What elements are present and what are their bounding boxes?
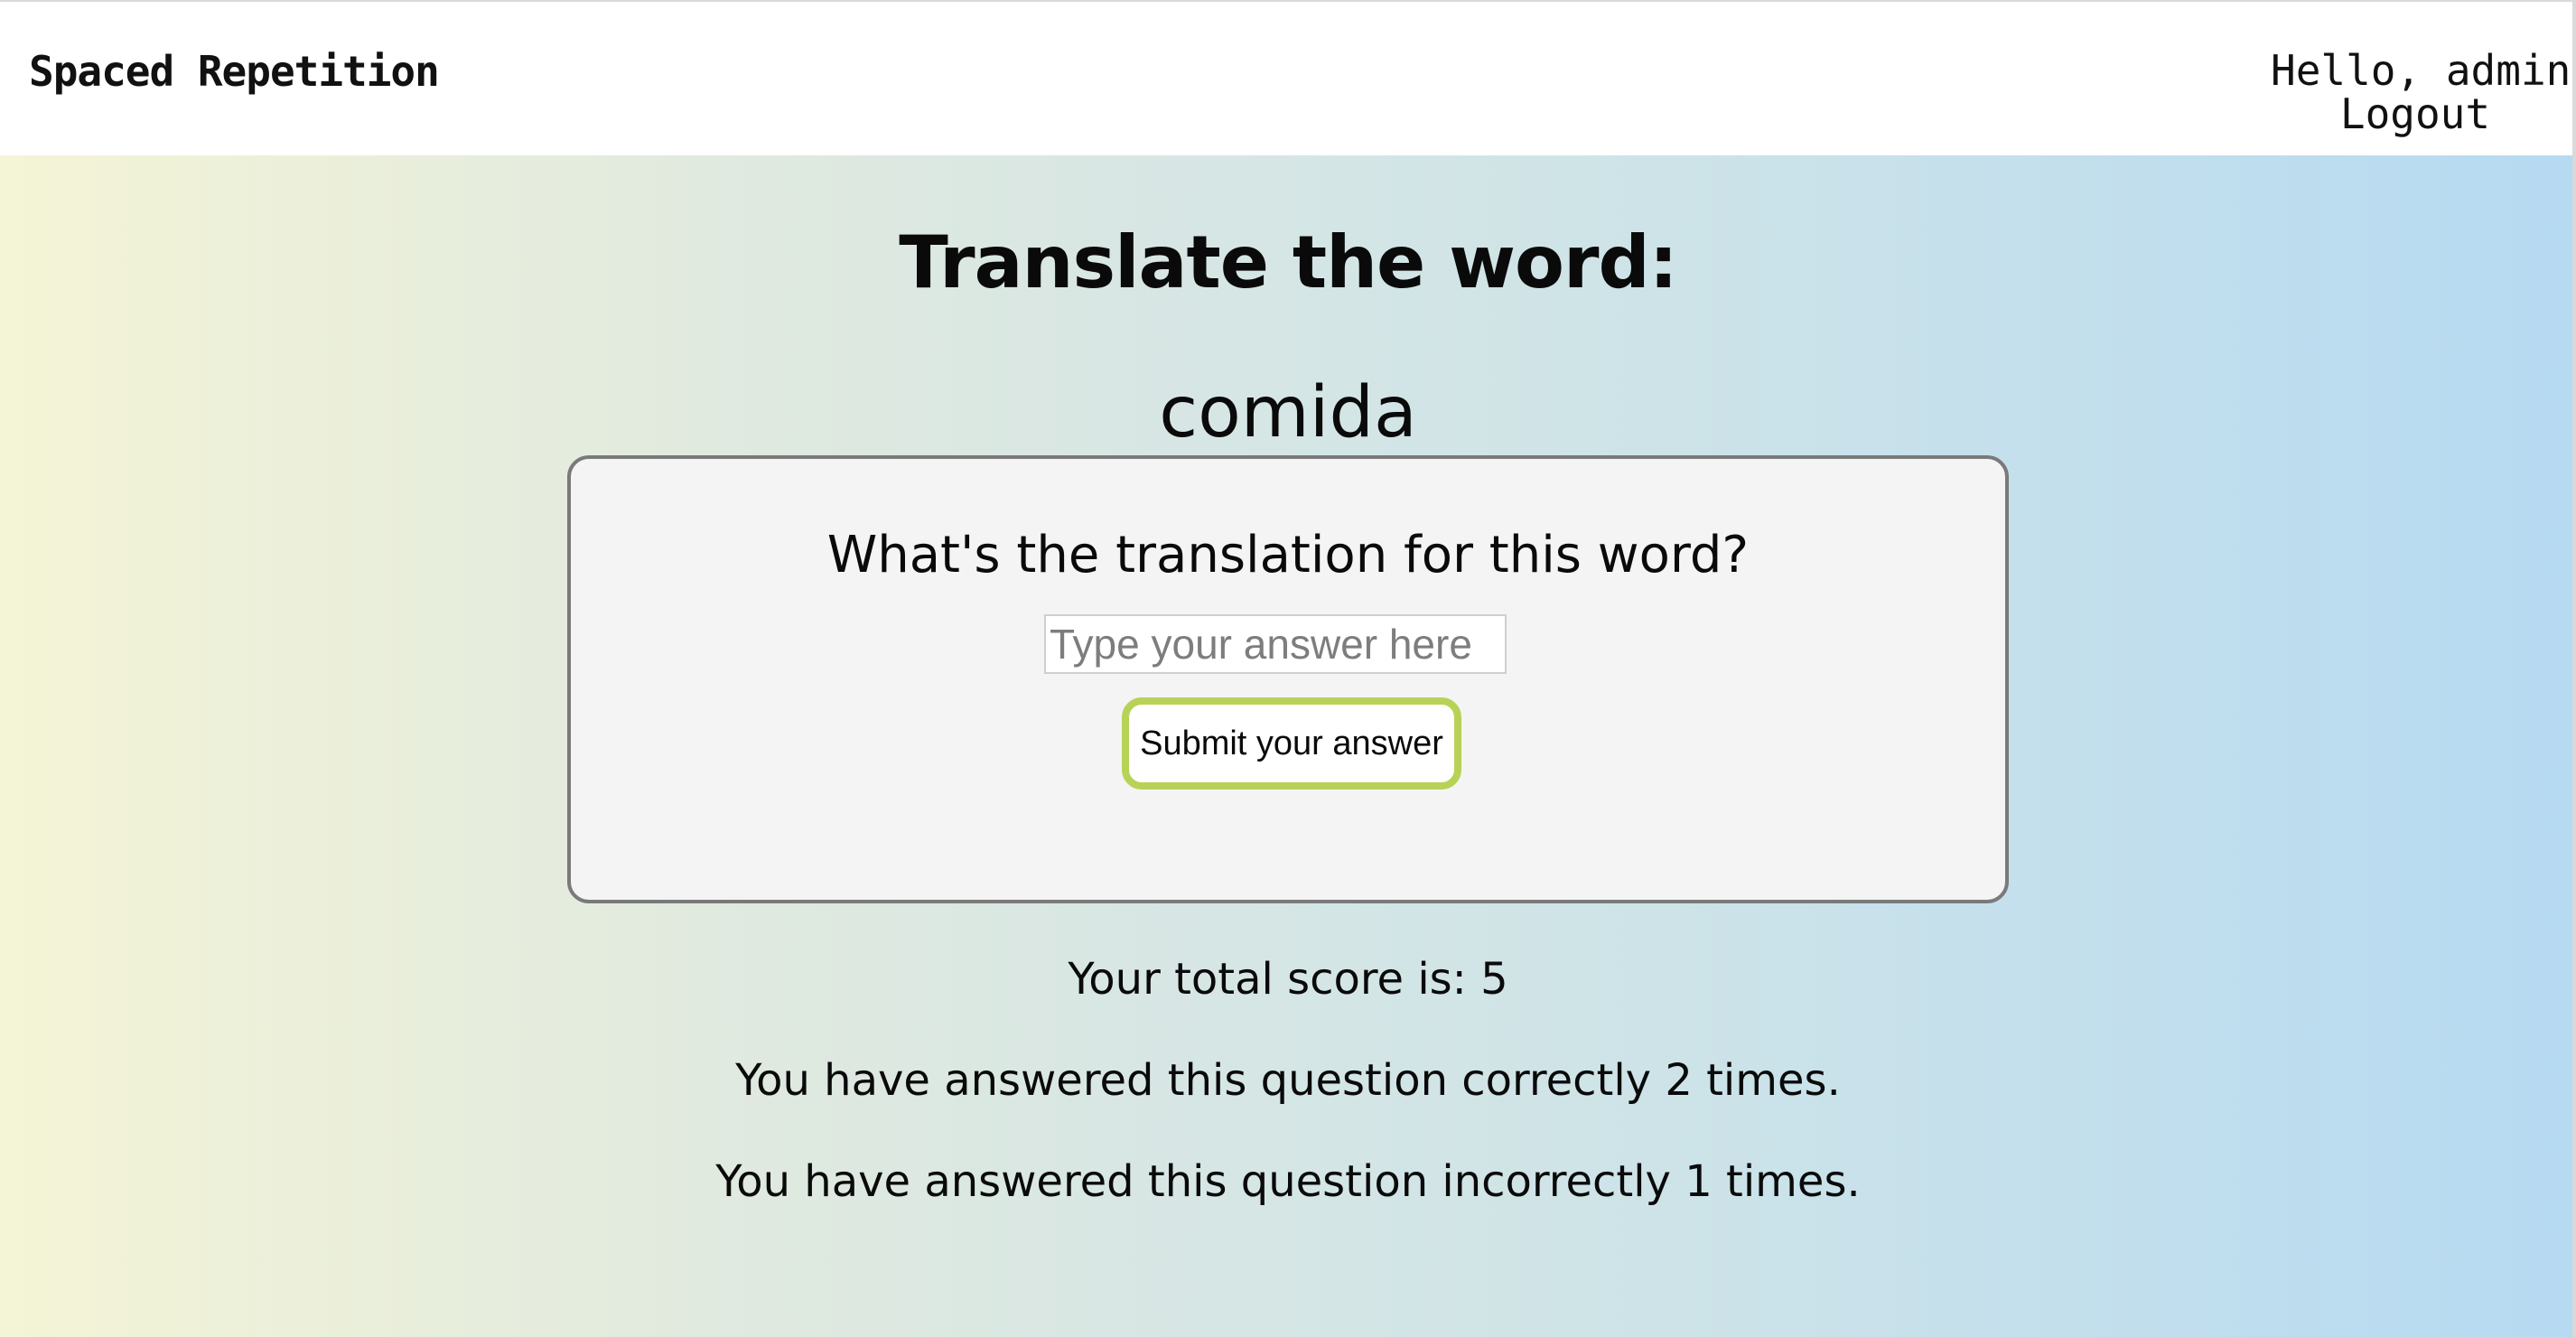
window-edge-divider	[2572, 0, 2576, 1337]
translation-prompt: What's the translation for this word?	[826, 526, 1750, 584]
word-to-translate: comida	[1159, 372, 1417, 453]
answer-card: What's the translation for this word? Su…	[567, 455, 2009, 903]
total-score-text: Your total score is: 5	[1068, 954, 1508, 1005]
user-greeting: Hello, admin	[2271, 46, 2571, 95]
submit-answer-button[interactable]: Submit your answer	[1122, 697, 1461, 790]
app-header: Spaced Repetition Hello, admin Logout	[0, 0, 2576, 155]
page-title: Translate the word:	[899, 220, 1677, 304]
app-brand-title: Spaced Repetition	[29, 47, 440, 96]
answer-input[interactable]	[1044, 614, 1507, 674]
user-area: Hello, admin Logout	[2271, 46, 2571, 136]
incorrect-count-text: You have answered this question incorrec…	[715, 1156, 1861, 1207]
learning-page: Translate the word: comida What's the tr…	[0, 155, 2576, 1337]
correct-count-text: You have answered this question correctl…	[735, 1055, 1841, 1106]
logout-link[interactable]: Logout	[2271, 92, 2560, 136]
